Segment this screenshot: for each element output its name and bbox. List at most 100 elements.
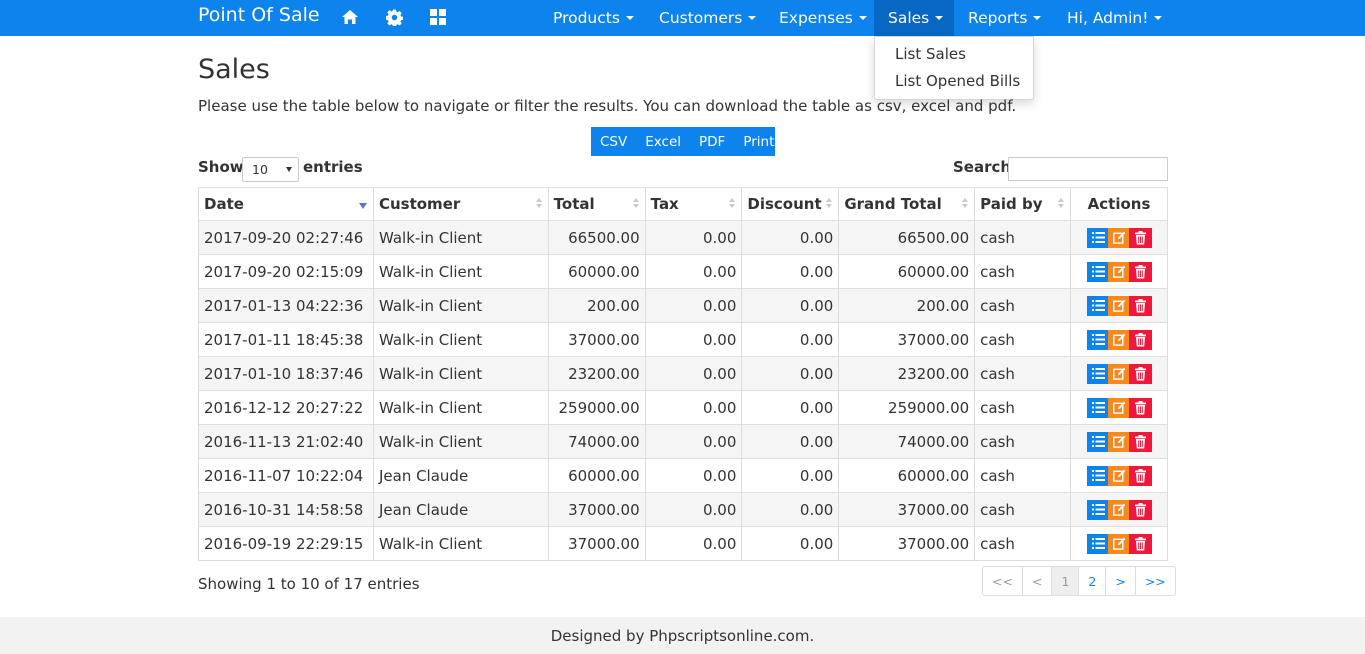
column-header-paid-by-label: Paid by [980,195,1043,213]
column-header-total[interactable]: Total [547,187,646,221]
cell-grand-total: 74000.00 [838,424,976,459]
edit-sale-button[interactable] [1107,397,1131,418]
delete-sale-button[interactable] [1128,363,1152,384]
pagination-next-button[interactable]: > [1106,567,1136,595]
view-details-button[interactable] [1086,397,1110,418]
edit-sale-button[interactable] [1107,227,1131,248]
delete-sale-button[interactable] [1128,499,1152,520]
column-header-date[interactable]: Date [198,187,374,221]
menu-user-label: Hi, Admin! [1067,9,1149,27]
cell-tax: 0.00 [644,424,743,459]
edit-sale-button[interactable] [1107,465,1131,486]
column-header-discount[interactable]: Discount [741,187,840,221]
delete-sale-button[interactable] [1128,295,1152,316]
page-footer: Designed by Phpscriptsonline.com. [0,617,1365,654]
cell-date: 2017-01-10 18:37:46 [198,356,374,391]
view-details-button[interactable] [1086,363,1110,384]
edit-sale-button[interactable] [1107,261,1131,282]
pagination-page-1[interactable]: 1 [1052,567,1080,595]
caret-down-icon [858,16,867,20]
cell-paid-by: cash [974,526,1072,561]
cell-actions [1070,458,1168,493]
view-details-button[interactable] [1086,533,1110,554]
edit-sale-button[interactable] [1107,533,1131,554]
menu-expenses[interactable]: Expenses [765,0,881,36]
column-header-tax[interactable]: Tax [644,187,743,221]
dropdown-item-list-sales[interactable]: List Sales [895,45,966,63]
menu-customers-label: Customers [659,9,743,27]
cell-grand-total: 200.00 [838,288,976,323]
delete-sale-button[interactable] [1128,261,1152,282]
column-header-paid-by[interactable]: Paid by [974,187,1072,221]
page-title: Sales [198,54,270,85]
table-body: 2017-09-20 02:27:46 Walk-in Client 66500.0… [198,220,1168,561]
cell-tax: 0.00 [644,288,743,323]
cell-grand-total: 60000.00 [838,458,976,493]
grid-icon[interactable] [427,6,449,28]
dropdown-item-list-opened-bills[interactable]: List Opened Bills [895,72,1020,90]
pagination-page-2[interactable]: 2 [1079,567,1107,595]
cell-date: 2017-01-11 18:45:38 [198,322,374,357]
cell-customer: Walk-in Client [372,322,549,357]
view-details-button[interactable] [1086,499,1110,520]
edit-sale-button[interactable] [1107,295,1131,316]
cell-total: 23200.00 [547,356,646,391]
edit-sale-button[interactable] [1107,329,1131,350]
cell-actions [1070,356,1168,391]
caret-down-icon [1033,16,1042,20]
delete-sale-button[interactable] [1128,465,1152,486]
view-details-button[interactable] [1086,465,1110,486]
column-header-grand-total[interactable]: Grand Total [838,187,976,221]
cell-discount: 0.00 [741,322,840,357]
cell-paid-by: cash [974,220,1072,255]
edit-sale-button[interactable] [1107,363,1131,384]
sort-desc-icon [358,203,367,209]
delete-sale-button[interactable] [1128,533,1152,554]
cell-date: 2017-01-13 04:22:36 [198,288,374,323]
view-details-button[interactable] [1086,261,1110,282]
sort-icon [632,198,639,208]
edit-sale-button[interactable] [1107,499,1131,520]
column-header-customer[interactable]: Customer [372,187,549,221]
cell-actions [1070,526,1168,561]
view-details-button[interactable] [1086,295,1110,316]
delete-sale-button[interactable] [1128,397,1152,418]
export-pdf-button[interactable]: PDF [690,127,734,156]
menu-reports[interactable]: Reports [954,0,1055,36]
pagination-last-button[interactable]: >> [1136,567,1175,595]
view-details-button[interactable] [1086,329,1110,350]
pagination-first-button[interactable]: << [983,567,1023,595]
menu-sales[interactable]: Sales [874,0,954,36]
edit-sale-button[interactable] [1107,431,1131,452]
view-details-button[interactable] [1086,431,1110,452]
delete-sale-button[interactable] [1128,431,1152,452]
page-size-select[interactable]: 10 [242,157,299,182]
cell-discount: 0.00 [741,424,840,459]
cell-total: 37000.00 [547,322,646,357]
cell-customer: Walk-in Client [372,356,549,391]
menu-products[interactable]: Products [539,0,648,36]
delete-sale-button[interactable] [1128,227,1152,248]
sort-icon [826,198,833,208]
gear-icon[interactable] [383,6,405,28]
export-excel-button[interactable]: Excel [636,127,690,156]
pagination-prev-button[interactable]: < [1023,567,1053,595]
delete-sale-button[interactable] [1128,329,1152,350]
print-button[interactable]: Print [734,127,783,156]
menu-customers[interactable]: Customers [645,0,770,36]
cell-paid-by: cash [974,390,1072,425]
cell-total: 37000.00 [547,492,646,527]
entries-label: entries [303,158,363,176]
view-details-button[interactable] [1086,227,1110,248]
search-input[interactable] [1008,157,1168,181]
cell-date: 2016-10-31 14:58:58 [198,492,374,527]
home-icon[interactable] [339,6,361,28]
menu-user[interactable]: Hi, Admin! [1053,0,1176,36]
cell-customer: Walk-in Client [372,288,549,323]
table-row: 2016-11-13 21:02:40 Walk-in Client 74000.0… [198,424,1168,459]
cell-actions [1070,322,1168,357]
export-csv-button[interactable]: CSV [591,127,636,156]
brand-link[interactable]: Point Of Sale [198,4,320,26]
cell-discount: 0.00 [741,526,840,561]
table-info-text: Showing 1 to 10 of 17 entries [198,575,420,593]
